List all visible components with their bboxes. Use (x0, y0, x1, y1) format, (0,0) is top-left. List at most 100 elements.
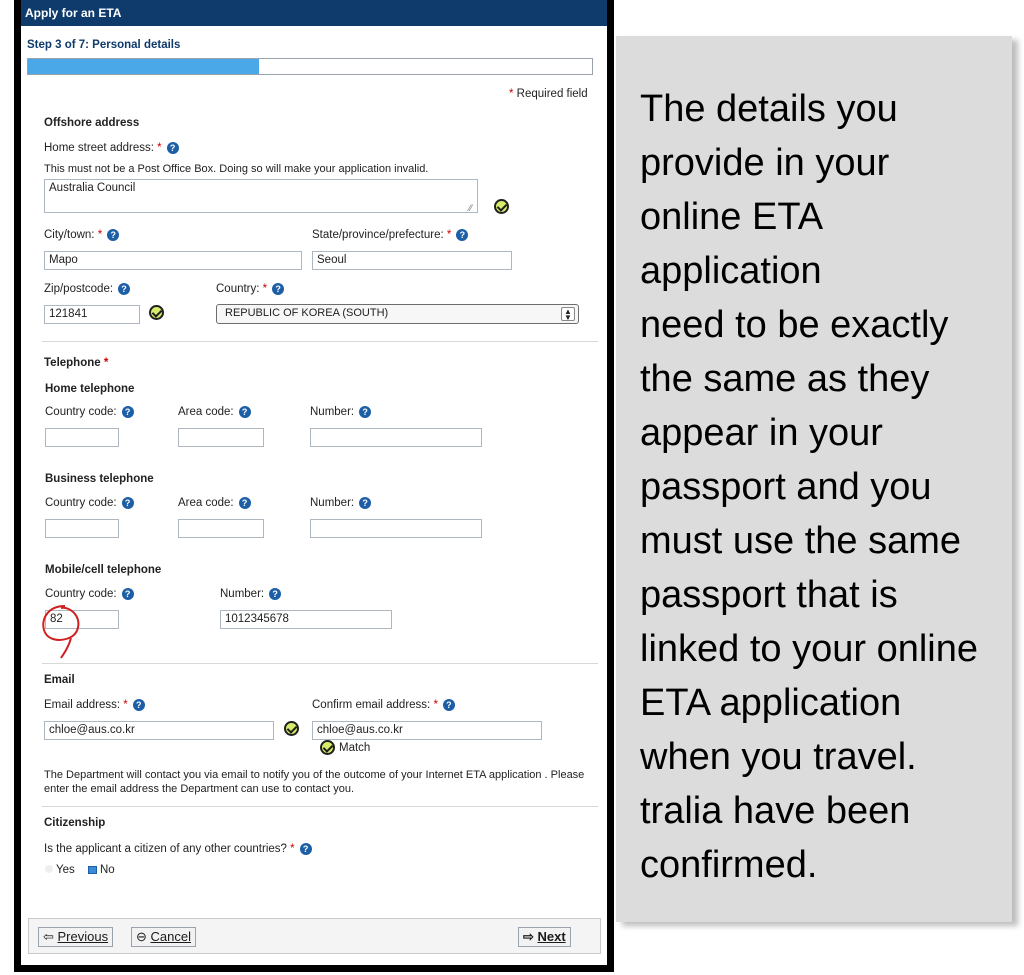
business-country-code-input[interactable] (45, 519, 119, 538)
email-label: Email address: (44, 699, 121, 712)
email-input[interactable]: chloe@aus.co.kr (44, 721, 274, 740)
confirm-email-label-row: Confirm email address: *? (312, 699, 455, 711)
zip-label-row: Zip/postcode:? (44, 283, 131, 296)
select-arrows-icon: ▲ ▼ (561, 307, 575, 322)
progress-bar (27, 58, 593, 75)
progress-bar-fill (28, 59, 260, 74)
help-icon[interactable]: ? (359, 406, 372, 418)
mobile-telephone-heading: Mobile/cell telephone (45, 564, 162, 576)
match-text: Match (339, 742, 371, 754)
help-icon[interactable]: ? (121, 406, 134, 418)
window-title: Apply for an ETA (21, 0, 607, 26)
help-icon[interactable]: ? (359, 497, 372, 509)
step-label: Step 3 of 7: Personal details (27, 39, 181, 51)
next-label: Next (537, 929, 566, 944)
help-icon[interactable]: ? (238, 497, 251, 509)
business-number-label-row: Number:? (310, 497, 372, 509)
next-button[interactable]: ⇨ Next (518, 927, 571, 947)
citizenship-heading: Citizenship (44, 817, 106, 829)
button-bar (28, 918, 601, 954)
help-icon[interactable]: ? (121, 588, 134, 600)
divider (42, 806, 598, 807)
resize-handle-icon[interactable]: ⁄⁄ (469, 203, 472, 213)
home-telephone-heading: Home telephone (45, 383, 135, 395)
confirm-email-label: Confirm email address: (312, 699, 431, 712)
no-radio[interactable] (87, 865, 97, 874)
telephone-heading: Telephone (44, 357, 101, 369)
home-area-code-input[interactable] (178, 428, 264, 447)
help-icon[interactable]: ? (166, 142, 179, 154)
country-code-label: Country code: (45, 406, 117, 419)
state-label-row: State/province/prefecture: *? (312, 229, 469, 242)
country-label-row: Country: *? (216, 283, 285, 295)
yes-radio[interactable] (45, 865, 53, 873)
city-label-row: City/town: *? (44, 229, 120, 242)
mobile-number-label-row: Number:? (220, 588, 282, 601)
annotation-box: The details you provide in your online E… (616, 36, 1012, 922)
help-icon[interactable]: ? (269, 588, 282, 600)
state-input[interactable]: Seoul (312, 251, 512, 270)
home-number-input[interactable] (310, 428, 482, 447)
telephone-heading-row: Telephone * (44, 357, 109, 369)
business-area-code-input[interactable] (178, 519, 264, 538)
mobile-number-input[interactable]: 1012345678 (220, 610, 392, 629)
country-code-label: Country code: (45, 588, 117, 601)
eta-application-panel: Apply for an ETA Step 3 of 7: Personal d… (14, 0, 614, 972)
help-icon[interactable]: ? (456, 229, 469, 241)
previous-label: Previous (57, 929, 109, 944)
cancel-icon: ⊖ (136, 929, 151, 944)
help-icon[interactable]: ? (299, 843, 312, 855)
email-heading: Email (44, 674, 75, 686)
area-code-label: Area code: (178, 406, 234, 419)
email-label-row: Email address: *? (44, 699, 145, 711)
help-icon[interactable]: ? (118, 283, 131, 295)
valid-check-icon (149, 305, 164, 320)
home-number-label-row: Number:? (310, 406, 372, 419)
street-address-input[interactable]: Australia Council (44, 179, 478, 213)
citizenship-question: Is the applicant a citizen of any other … (44, 843, 287, 856)
city-label: City/town: (44, 229, 95, 242)
business-number-input[interactable] (310, 519, 482, 538)
help-icon[interactable]: ? (132, 699, 145, 711)
offshore-heading: Offshore address (44, 117, 140, 129)
business-telephone-heading: Business telephone (45, 473, 154, 485)
next-arrow-icon: ⇨ (523, 929, 538, 944)
street-label: Home street address: (44, 142, 154, 155)
yes-label: Yes (56, 864, 75, 876)
cancel-button[interactable]: ⊖ Cancel (131, 927, 196, 947)
help-icon[interactable]: ? (107, 229, 120, 241)
divider (42, 663, 598, 664)
previous-arrow-icon: ⇦ (43, 929, 58, 944)
valid-check-icon (494, 199, 509, 214)
business-country-code-label-row: Country code:? (45, 497, 134, 509)
zip-label: Zip/postcode: (44, 283, 114, 296)
street-hint: This must not be a Post Office Box. Doin… (44, 163, 429, 175)
city-input[interactable]: Mapo (44, 251, 302, 270)
help-icon[interactable]: ? (121, 497, 134, 509)
home-country-code-label-row: Country code:? (45, 406, 134, 418)
country-select-value: REPUBLIC OF KOREA (SOUTH) (225, 307, 389, 319)
home-area-code-label-row: Area code:? (178, 406, 251, 418)
previous-button[interactable]: ⇦ Previous (38, 927, 114, 947)
help-icon[interactable]: ? (442, 699, 455, 711)
business-area-code-label-row: Area code:? (178, 497, 251, 509)
help-icon[interactable]: ? (238, 406, 251, 418)
area-code-label: Area code: (178, 497, 234, 510)
divider (42, 341, 598, 342)
valid-check-icon (284, 721, 299, 736)
number-label: Number: (220, 588, 265, 601)
email-notice: The Department will contact you via emai… (44, 769, 585, 795)
red-circle-annotation-icon (42, 605, 80, 659)
help-icon[interactable]: ? (272, 283, 285, 295)
country-select[interactable]: REPUBLIC OF KOREA (SOUTH) ▲ ▼ (216, 304, 579, 324)
home-country-code-input[interactable] (45, 428, 119, 447)
zip-input[interactable]: 121841 (44, 305, 140, 324)
street-label-row: Home street address: *? (44, 142, 179, 154)
required-field-note: * Required field (509, 88, 588, 100)
country-code-label: Country code: (45, 497, 117, 510)
number-label: Number: (310, 406, 355, 419)
state-label: State/province/prefecture: (312, 229, 444, 242)
mobile-country-code-label-row: Country code:? (45, 588, 134, 600)
confirm-email-input[interactable]: chloe@aus.co.kr (312, 721, 542, 740)
no-label: No (99, 864, 115, 876)
